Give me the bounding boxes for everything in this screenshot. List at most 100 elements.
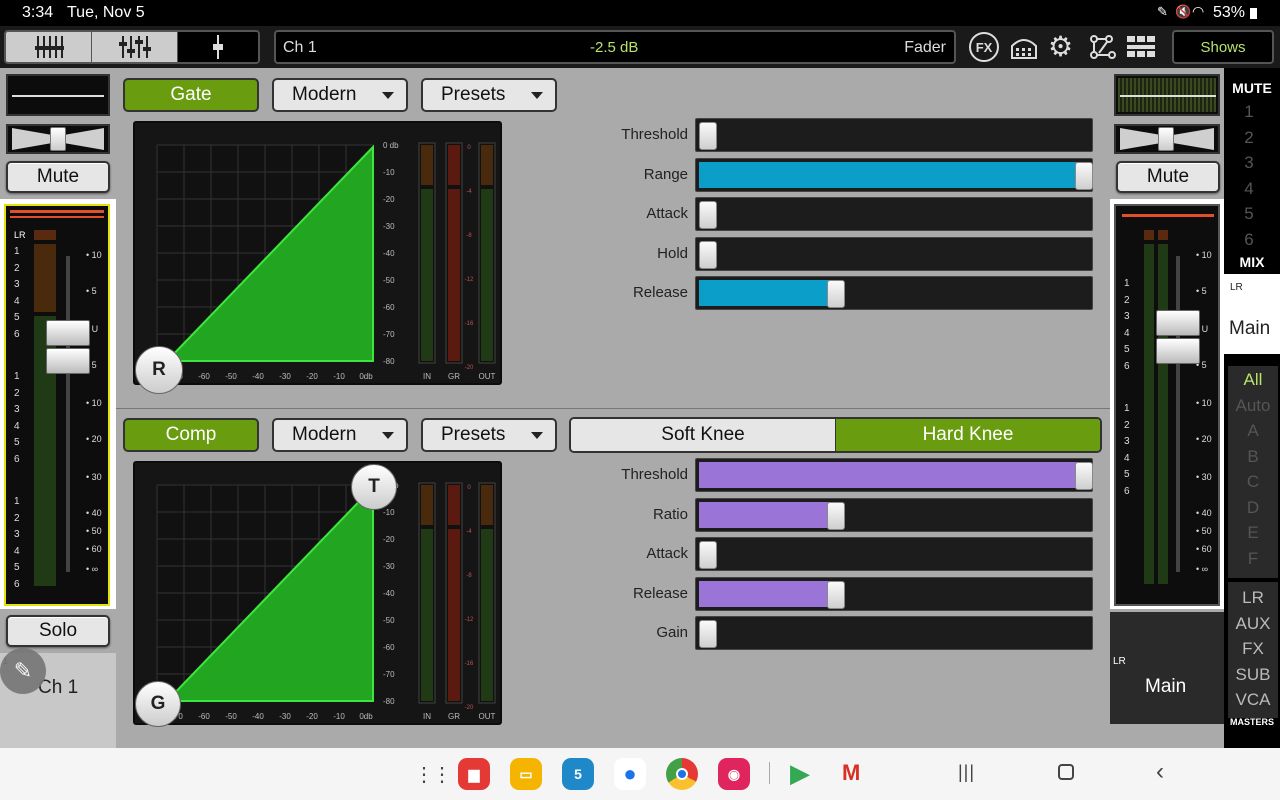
layout-icon[interactable] [1127,36,1157,63]
gate-range-handle[interactable]: R [135,346,183,394]
edit-pencil-icon[interactable]: ✎ [0,648,46,694]
mute-group-button[interactable]: 5 [1222,204,1276,224]
gate-param-label: Release [632,284,688,301]
recents-icon[interactable]: ||| [958,762,975,783]
filter-button[interactable]: A [1226,421,1280,441]
back-icon[interactable]: ‹ [1156,758,1164,786]
pan-control[interactable] [6,124,110,154]
master-type-button[interactable]: VCA [1226,690,1280,710]
filter-button[interactable]: C [1226,472,1280,492]
meter-number: 4 [1124,327,1130,339]
files-app-icon[interactable]: ▭ [510,758,542,790]
mute-group-button[interactable]: 1 [1222,102,1276,122]
mute-group-button[interactable]: 4 [1222,179,1276,199]
mute-group-button[interactable]: 2 [1222,128,1276,148]
filter-button[interactable]: All [1226,370,1280,390]
mixer-view-icon[interactable] [6,32,92,62]
y-tick: -50 [383,276,395,285]
comp-presets-dropdown[interactable]: Presets [421,418,557,452]
gate-toggle[interactable]: Gate [123,78,259,112]
comp-gain-handle[interactable]: G [135,681,181,727]
main-mute-button[interactable]: Mute [1116,161,1220,193]
main-fader-knob[interactable] [1156,310,1200,336]
filter-button[interactable]: Auto [1226,396,1280,416]
comp-attack-slider[interactable] [695,537,1093,571]
gate-model-value: Modern [292,84,357,105]
comp-model-dropdown[interactable]: Modern [272,418,408,452]
gear-icon[interactable]: ⚙ [1048,32,1073,62]
play-store-icon[interactable]: ▶ [790,758,810,789]
filter-button[interactable]: D [1226,498,1280,518]
soft-knee-button[interactable]: Soft Knee [571,419,836,451]
master-type-button[interactable]: SUB [1226,665,1280,685]
shows-button[interactable]: Shows [1172,30,1274,64]
comp-gain-slider[interactable] [695,616,1093,650]
slider-knob[interactable] [826,501,845,530]
main-name-area[interactable]: LR Main [1110,612,1224,724]
mute-group-button[interactable]: 3 [1222,153,1276,173]
single-fader-view-icon[interactable] [178,32,258,62]
chrome-app-icon[interactable] [666,758,698,790]
filter-button[interactable]: B [1226,447,1280,467]
gmail-icon[interactable]: M [842,760,860,786]
camera-app-icon[interactable]: ◉ [718,758,750,790]
master-type-button[interactable]: AUX [1226,614,1280,634]
channel-view-icon[interactable] [92,32,178,62]
filter-button[interactable]: F [1226,549,1280,569]
main-fader-knob-lower[interactable] [1156,338,1200,364]
gate-presets-dropdown[interactable]: Presets [421,78,557,112]
scale-tick: • 30 [1196,472,1212,482]
fx-icon[interactable]: FX [969,32,999,62]
comp-ratio-slider[interactable] [695,497,1093,532]
main-pan-knob[interactable] [1158,127,1174,151]
gate-model-dropdown[interactable]: Modern [272,78,408,112]
slider-knob[interactable] [699,620,717,648]
gate-attack-slider[interactable] [695,197,1093,231]
android-nav-bar: ⋮⋮⋮ ▆ ▭ 5 ● ◉ ▶ M ||| ‹ [0,748,1280,800]
fader-knob[interactable] [46,320,90,346]
main-pan-control[interactable] [1114,124,1220,154]
solo-button[interactable]: Solo [6,615,110,647]
gate-graph[interactable]: -70-60-50-40-30-20-100db0 db-10-20-30-40… [133,121,502,394]
calendar-app-icon[interactable]: 5 [562,758,594,790]
gate-hold-slider[interactable] [695,236,1093,271]
eq-thumbnail[interactable] [6,74,110,116]
io-icon[interactable] [1010,34,1038,65]
network-icon[interactable] [1089,34,1117,65]
main-eq-thumbnail[interactable] [1114,74,1220,116]
messages-app-icon[interactable]: ● [614,758,646,790]
comp-param-label: Ratio [652,505,688,523]
comp-toggle[interactable]: Comp [123,418,259,452]
pan-knob[interactable] [50,127,66,151]
slider-knob[interactable] [826,280,845,308]
mix-selector[interactable]: LR Main [1224,274,1280,354]
mute-button[interactable]: Mute [6,161,110,193]
mute-group-button[interactable]: 6 [1222,230,1276,250]
hard-knee-button[interactable]: Hard Knee [836,419,1100,451]
slider-knob[interactable] [699,201,717,229]
filter-button[interactable]: E [1226,523,1280,543]
slider-knob[interactable] [699,240,717,269]
gate-threshold-slider[interactable] [695,118,1093,152]
gate-release-slider[interactable] [695,276,1093,310]
comp-graph[interactable]: -70-60-50-40-30-20-100db0 db-10-20-30-40… [133,461,502,727]
channel-fader-panel: LR 123456123456123456 • 10 • 5 • U • 5 • 10 •… [4,204,110,606]
master-type-button[interactable]: FX [1226,639,1280,659]
master-type-button[interactable]: LR [1226,588,1280,608]
gr-tick: -8 [466,233,472,239]
section-divider [116,408,1110,409]
gate-range-slider[interactable] [695,157,1093,192]
home-icon[interactable] [1058,764,1074,780]
scale-tick: • 5 [86,286,97,296]
slider-knob[interactable] [1075,161,1093,190]
notes-app-icon[interactable]: ▆ [458,758,490,790]
comp-release-slider[interactable] [695,576,1093,611]
slider-knob[interactable] [699,122,717,150]
comp-threshold-slider[interactable] [695,458,1093,492]
slider-knob[interactable] [1075,462,1093,490]
comp-threshold-handle[interactable]: T [351,464,397,510]
channel-display[interactable]: Ch 1 -2.5 dB Fader [274,30,956,64]
slider-knob[interactable] [826,580,845,609]
fader-knob-lower[interactable] [46,348,90,374]
slider-knob[interactable] [699,541,717,569]
